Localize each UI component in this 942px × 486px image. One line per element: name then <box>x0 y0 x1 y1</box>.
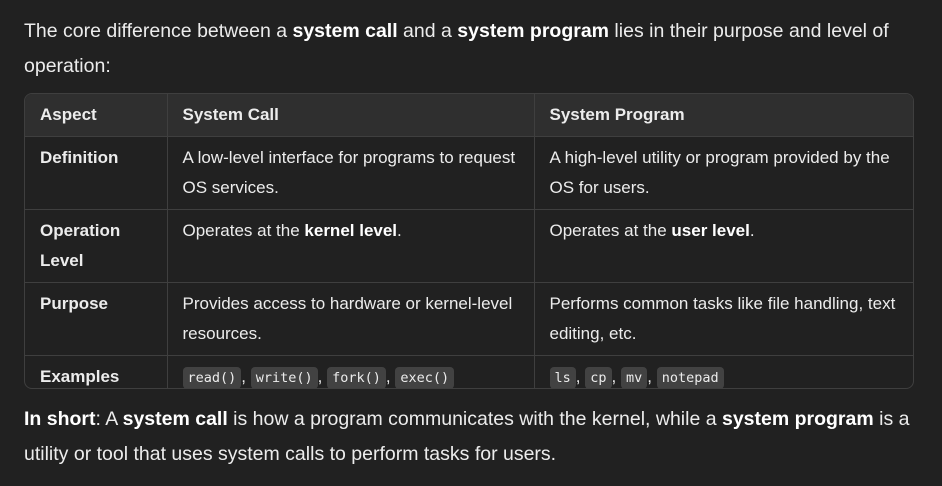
cell-bold: user level <box>671 221 750 240</box>
cell-text: Operates at the <box>549 221 672 240</box>
code-inline: notepad <box>656 367 724 388</box>
separator: , <box>317 367 323 386</box>
cell-system-program: Performs common tasks like file handling… <box>534 282 913 356</box>
cell-text: . <box>397 221 402 240</box>
separator: , <box>385 367 391 386</box>
cell-system-program: A high-level utility or program provided… <box>534 136 913 210</box>
separator: , <box>611 367 617 386</box>
cell-system-call: read(), write(), fork(), exec() <box>167 355 535 388</box>
chat-response: The core difference between a system cal… <box>0 0 942 486</box>
summary-text: is how a program communicates with the k… <box>227 408 722 430</box>
separator: , <box>241 367 247 386</box>
header-system-call: System Call <box>167 94 535 137</box>
summary-paragraph: In short: A system call is how a program… <box>24 402 918 472</box>
code-inline: read() <box>182 367 242 388</box>
separator: , <box>575 367 581 386</box>
cell-aspect: Operation Level <box>25 209 168 283</box>
code-inline: write() <box>250 367 318 388</box>
intro-text: The core difference between a <box>24 20 293 42</box>
cell-system-call: A low-level interface for programs to re… <box>167 136 535 210</box>
table-row: Examples read(), write(), fork(), exec()… <box>25 355 913 388</box>
table-row: Purpose Provides access to hardware or k… <box>25 282 913 356</box>
cell-aspect: Definition <box>25 136 168 210</box>
cell-text: Operates at the <box>182 221 305 240</box>
table-header: Aspect System Call System Program <box>25 94 913 137</box>
intro-bold-system-program: system program <box>457 20 610 42</box>
header-system-program: System Program <box>534 94 913 137</box>
code-inline: cp <box>585 367 612 388</box>
table-row: Definition A low-level interface for pro… <box>25 136 913 210</box>
summary-bold-system-program: system program <box>721 408 874 430</box>
intro-text: and a <box>397 20 458 42</box>
cell-system-program: ls, cp, mv, notepad <box>534 356 913 388</box>
cell-aspect: Purpose <box>25 282 168 356</box>
code-inline: exec() <box>395 367 455 388</box>
cell-system-call: Operates at the kernel level. <box>167 209 535 283</box>
table-row: Operation Level Operates at the kernel l… <box>25 209 913 283</box>
header-aspect: Aspect <box>25 94 168 137</box>
separator: , <box>647 367 652 386</box>
cell-bold: kernel level <box>304 221 398 240</box>
intro-bold-system-call: system call <box>292 20 398 42</box>
code-inline: mv <box>620 367 648 388</box>
cell-aspect: Examples <box>25 355 168 388</box>
code-inline: ls <box>549 367 576 388</box>
summary-text: : A <box>95 408 123 430</box>
code-inline: fork() <box>327 367 386 388</box>
table-header-row: Aspect System Call System Program <box>25 94 913 137</box>
intro-paragraph: The core difference between a system cal… <box>24 14 918 84</box>
summary-bold-in-short: In short <box>24 408 96 430</box>
cell-system-program: Operates at the user level. <box>534 209 913 283</box>
cell-text: . <box>749 221 755 240</box>
summary-bold-system-call: system call <box>122 408 228 430</box>
cell-system-call: Provides access to hardware or kernel-le… <box>167 282 535 356</box>
comparison-table: Aspect System Call System Program Defini… <box>24 93 914 389</box>
